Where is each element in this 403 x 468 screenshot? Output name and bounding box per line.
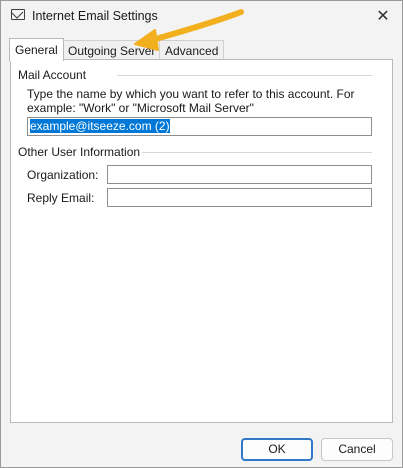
tab-outgoing-server[interactable]: Outgoing Server xyxy=(62,40,162,60)
close-icon: ✕ xyxy=(376,8,390,25)
ok-button[interactable]: OK xyxy=(241,438,313,461)
account-name-description: Type the name by which you want to refer… xyxy=(27,87,355,115)
tab-general[interactable]: General xyxy=(9,38,64,61)
organization-input[interactable] xyxy=(107,165,372,184)
reply-email-label: Reply Email: xyxy=(27,191,95,205)
mail-account-section-title: Mail Account xyxy=(18,68,87,82)
mail-account-divider xyxy=(117,75,372,76)
other-user-info-section-title: Other User Information xyxy=(18,145,141,159)
cancel-button[interactable]: Cancel xyxy=(321,438,393,461)
account-name-value: example@itseeze.com (2) xyxy=(30,119,170,133)
close-button[interactable]: ✕ xyxy=(368,3,398,29)
organization-label: Organization: xyxy=(27,168,99,182)
internet-email-settings-dialog: Internet Email Settings ✕ General Outgoi… xyxy=(0,0,403,468)
reply-email-input[interactable] xyxy=(107,188,372,207)
title-bar: Internet Email Settings ✕ xyxy=(1,1,402,33)
other-user-info-divider xyxy=(142,152,372,153)
account-name-input[interactable]: example@itseeze.com (2) xyxy=(27,117,372,136)
tab-advanced[interactable]: Advanced xyxy=(159,40,225,60)
window-title: Internet Email Settings xyxy=(32,9,158,23)
email-settings-icon xyxy=(11,9,25,20)
